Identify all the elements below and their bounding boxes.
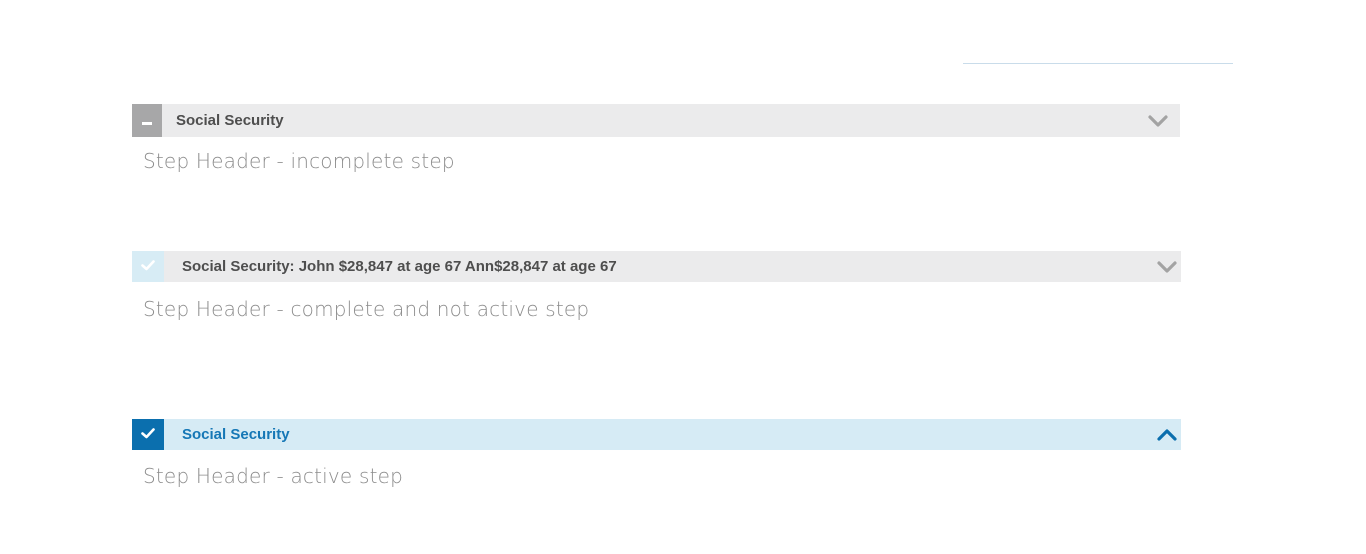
- top-divider: [963, 63, 1233, 64]
- step-status-active: [132, 419, 164, 450]
- step-header-incomplete[interactable]: Social Security: [132, 104, 1180, 137]
- chevron-down-icon[interactable]: [1147, 114, 1169, 128]
- step-header-active[interactable]: Social Security: [132, 419, 1181, 450]
- step-header-complete[interactable]: Social Security: John $28,847 at age 67 …: [132, 251, 1181, 282]
- step-header-title: Social Security: John $28,847 at age 67 …: [182, 258, 617, 275]
- step-header-title: Social Security: [182, 426, 290, 443]
- step-caption: Step Header - active step: [143, 464, 404, 488]
- check-icon: [141, 426, 155, 444]
- minus-icon: [142, 112, 152, 130]
- step-header-title: Social Security: [176, 112, 284, 129]
- chevron-down-icon[interactable]: [1156, 260, 1178, 274]
- step-status-incomplete: [132, 104, 162, 137]
- check-icon: [141, 258, 155, 276]
- chevron-up-icon[interactable]: [1156, 428, 1178, 442]
- step-caption: Step Header - incomplete step: [143, 149, 455, 173]
- step-caption: Step Header - complete and not active st…: [143, 297, 590, 321]
- step-status-complete: [132, 251, 164, 282]
